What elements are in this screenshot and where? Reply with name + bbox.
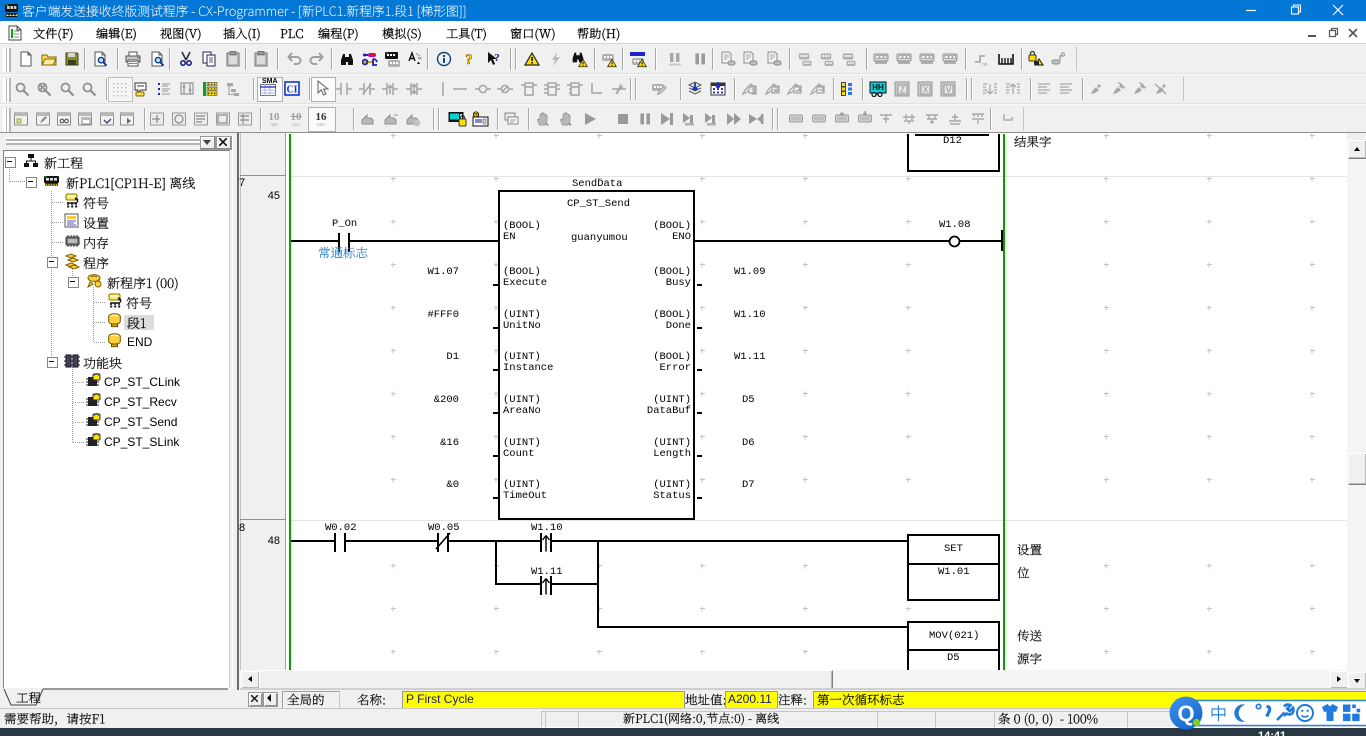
svg-text:Q: Q	[1177, 701, 1194, 726]
